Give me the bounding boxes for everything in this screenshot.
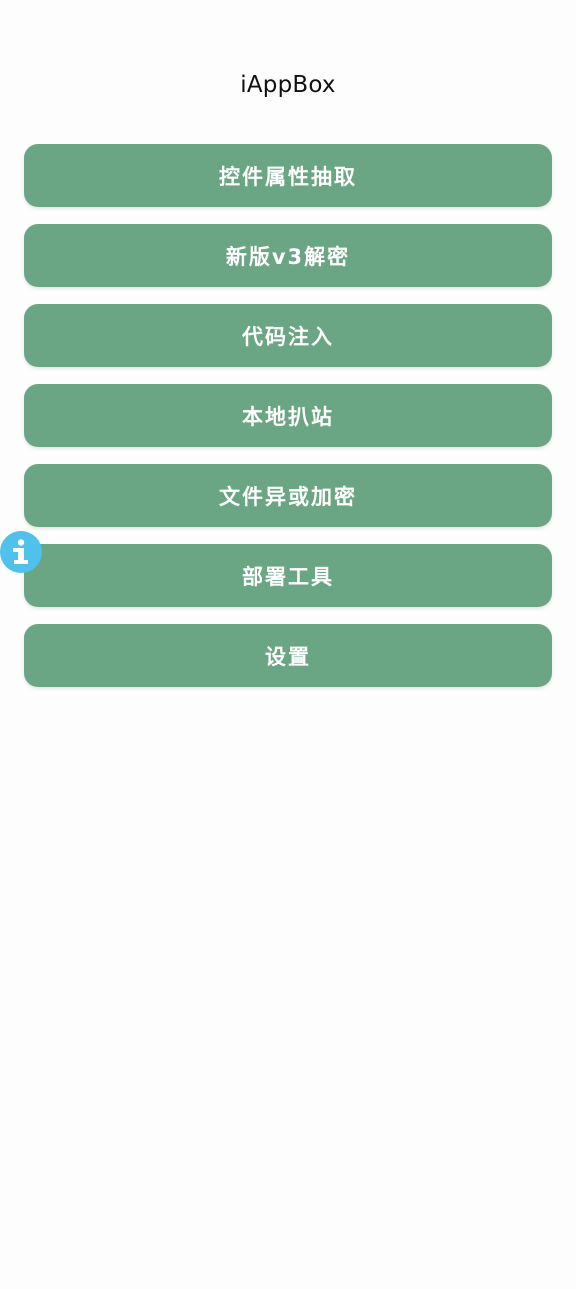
v3-decrypt-button[interactable]: 新版v3解密: [24, 224, 552, 287]
main-menu: 控件属性抽取 新版v3解密 代码注入 本地扒站 文件异或加密 部署工具 设置: [24, 144, 552, 704]
settings-button[interactable]: 设置: [24, 624, 552, 687]
widget-attribute-extract-button[interactable]: 控件属性抽取: [24, 144, 552, 207]
floating-info-button[interactable]: [0, 531, 42, 573]
deploy-tools-button[interactable]: 部署工具: [24, 544, 552, 607]
app-title: iAppBox: [240, 72, 336, 98]
file-xor-encrypt-button[interactable]: 文件异或加密: [24, 464, 552, 527]
info-icon: [0, 531, 42, 573]
local-site-scrape-button[interactable]: 本地扒站: [24, 384, 552, 447]
code-injection-button[interactable]: 代码注入: [24, 304, 552, 367]
